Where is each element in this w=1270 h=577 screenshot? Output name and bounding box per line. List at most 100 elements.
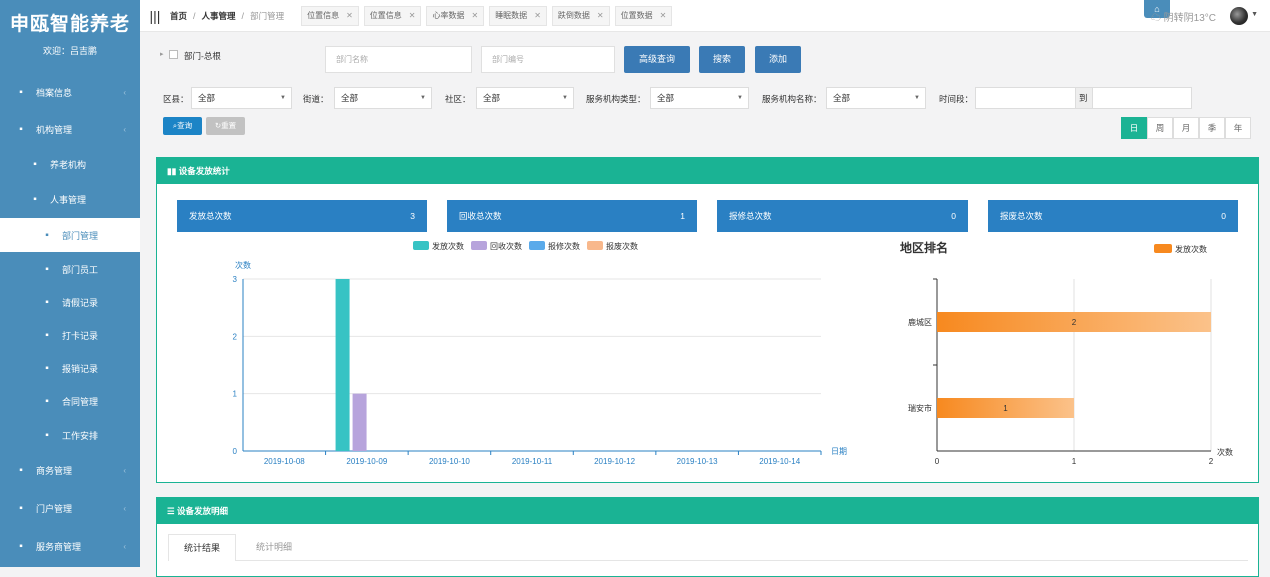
search-button[interactable]: 搜索 (699, 46, 745, 73)
open-tab-label: 位置信息 (369, 11, 402, 20)
sidebar-item[interactable]: ▪ 服务商管理 ‹ (0, 529, 140, 563)
query-button[interactable]: ⌕查询 (163, 117, 202, 135)
period-day-button[interactable]: 日 (1121, 117, 1147, 139)
org-name-select[interactable]: 全部 ▼ (826, 87, 926, 109)
close-icon[interactable]: ✕ (409, 11, 416, 20)
welcome-text: 欢迎：吕吉鹏 (42, 46, 97, 56)
tab-details[interactable]: 统计明细 (240, 534, 308, 561)
start-date-input[interactable] (975, 87, 1076, 109)
close-icon[interactable]: ✕ (660, 11, 667, 20)
open-tab[interactable]: 位置信息 ✕ (363, 5, 422, 26)
bar (335, 279, 350, 451)
sidebar-item[interactable]: ▪ 门户管理 ‹ (0, 491, 140, 525)
breadcrumb-separator: / (241, 10, 245, 21)
dept-name-input[interactable]: 部门名称 (325, 46, 472, 73)
x-tick-label: 1 (1072, 457, 1077, 466)
chart-title: 地区排名 (900, 240, 948, 255)
sidebar-item[interactable]: ▪ 部门管理 (0, 218, 140, 252)
contract-icon: ▪ (45, 395, 49, 407)
x-tick-label: 0 (935, 457, 940, 466)
close-icon[interactable]: ✕ (346, 11, 353, 20)
org-type-select[interactable]: 全部 ▼ (650, 87, 749, 109)
map-pin-icon: ▪ (45, 329, 49, 341)
district-select[interactable]: 全部 ▼ (191, 87, 292, 109)
sidebar-item[interactable]: ▪ 工作安排 (0, 418, 140, 452)
sidebar-item[interactable]: ▪ 养老机构 (0, 147, 140, 181)
stat-card-issued: 发放总次数 3 (177, 200, 427, 232)
stat-value: 0 (951, 211, 956, 221)
sidebar-item-label: 服务商管理 (36, 541, 82, 552)
tree-checkbox[interactable] (169, 50, 178, 59)
breadcrumb-section[interactable]: 人事管理 (202, 10, 236, 22)
legend-label: 回收次数 (490, 241, 522, 251)
time-to-label: 到 (1075, 87, 1093, 109)
sidebar-item[interactable]: ▪ 请假记录 (0, 285, 140, 319)
open-tab-label: 心率数据 (432, 11, 465, 20)
sidebar-item[interactable]: ▪ 档案信息 ‹ (0, 75, 140, 109)
detail-panel: ☰ 设备发放明细 (156, 497, 1259, 577)
bar-chart-icon: ▮▮ (167, 166, 179, 176)
close-icon[interactable]: ✕ (471, 11, 478, 20)
bar (352, 393, 367, 451)
breadcrumb-home[interactable]: 首页 (170, 10, 187, 22)
community-select[interactable]: 全部 ▼ (476, 87, 574, 109)
add-button[interactable]: 添加 (755, 46, 801, 73)
stats-panel-title: 设备发放统计 (178, 166, 230, 176)
street-select[interactable]: 全部 ▼ (334, 87, 432, 109)
reset-label: 重置 (221, 121, 237, 130)
period-month-button[interactable]: 月 (1173, 117, 1199, 139)
sidebar: 申瓯智能养老 欢迎：吕吉鹏 ▪ 档案信息 ‹ ▪ 机构管理 ‹ ▪ 养老机构 ▪ 人事管理 ▪ 部门管… (0, 0, 140, 567)
org-type-label: 服务机构类型： (586, 94, 646, 104)
legend-swatch (529, 241, 545, 250)
y-tick-label: 0 (233, 447, 238, 456)
sidebar-item[interactable]: ▪ 商务管理 ‹ (0, 453, 140, 487)
open-tab[interactable]: 位置信息 ✕ (301, 5, 359, 26)
x-tick-label: 2019-10-11 (512, 457, 553, 466)
tree-expand-icon[interactable]: ▸ (160, 50, 164, 58)
open-tab[interactable]: 心率数据 ✕ (426, 5, 485, 26)
reset-button[interactable]: ↻重置 (206, 117, 245, 135)
open-tab[interactable]: 跌倒数据 ✕ (551, 5, 610, 26)
tree-root-label[interactable]: 部门-总根 (184, 50, 221, 62)
app-logo: 申瓯智能养老 (9, 14, 130, 35)
legend-label: 报修次数 (548, 241, 580, 251)
sidebar-item-label: 商务管理 (36, 465, 73, 476)
sidebar-item[interactable]: ▪ 机构管理 ‹ (0, 112, 140, 146)
sidebar-item[interactable]: ▪ 人事管理 (0, 182, 140, 216)
time-range-label: 时间段： (939, 94, 974, 104)
org-type-value: 全部 (657, 93, 675, 103)
advanced-query-button[interactable]: 高级查询 (624, 46, 690, 73)
tab-summary[interactable]: 统计结果 (168, 534, 236, 561)
period-quarter-button[interactable]: 季 (1199, 117, 1225, 139)
open-tab[interactable]: 位置数据 ✕ (614, 5, 673, 26)
x-tick-label: 2019-10-12 (594, 457, 635, 466)
stat-label: 报修总次数 (729, 211, 772, 221)
stat-card-recovered: 回收总次数 1 (447, 200, 697, 232)
chevron-left-icon: ‹ (123, 465, 126, 475)
stat-label: 回收总次数 (459, 211, 502, 221)
sidebar-item[interactable]: ▪ 打卡记录 (0, 318, 140, 352)
district-label: 区县： (163, 94, 189, 104)
stat-value: 0 (1221, 211, 1226, 221)
community-value: 全部 (483, 93, 501, 103)
sidebar-item[interactable]: ▪ 报销记录 (0, 351, 140, 385)
bar-value-label: 1 (1003, 404, 1008, 413)
legend-swatch (587, 241, 603, 250)
end-date-input[interactable] (1092, 87, 1192, 109)
close-icon[interactable]: ✕ (597, 11, 604, 20)
open-tab-label: 睡眠数据 (495, 11, 528, 20)
menu-toggle-icon[interactable]: ||| (140, 8, 170, 24)
period-year-button[interactable]: 年 (1225, 117, 1251, 139)
sidebar-item[interactable]: ▪ 合同管理 (0, 384, 140, 418)
caret-down-icon[interactable]: ▼ (1251, 11, 1258, 18)
close-icon[interactable]: ✕ (534, 11, 541, 20)
x-axis-title: 次数 (1217, 447, 1233, 457)
x-tick-label: 2019-10-09 (346, 457, 387, 466)
chevron-down-icon: ▼ (420, 95, 426, 101)
avatar[interactable] (1230, 7, 1248, 25)
period-week-button[interactable]: 周 (1147, 117, 1173, 139)
open-tab[interactable]: 睡眠数据 ✕ (489, 5, 547, 26)
sidebar-item[interactable]: ▪ 部门员工 (0, 252, 140, 286)
stat-label: 报废总次数 (1000, 211, 1043, 221)
dept-code-input[interactable]: 部门编号 (481, 46, 615, 73)
